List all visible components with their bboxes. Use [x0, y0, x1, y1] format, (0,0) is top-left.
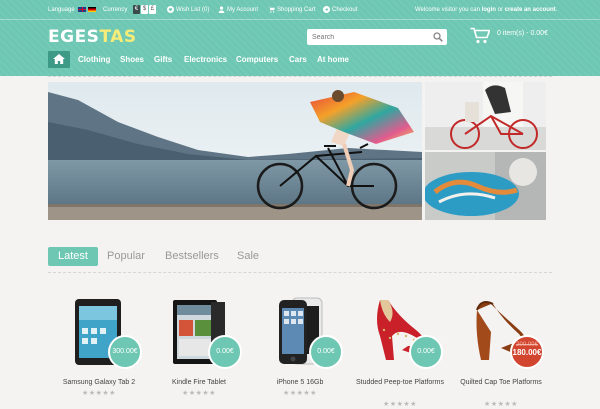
hero-banner-image — [48, 82, 422, 220]
product-name[interactable]: iPhone 5 16Gb — [250, 378, 350, 387]
hero-slider[interactable] — [48, 82, 422, 220]
product-card[interactable]: 0.00€ Kindle Fire Tablet ★★★★★ — [149, 290, 249, 409]
search-icon[interactable] — [433, 32, 443, 42]
uk-flag-icon[interactable] — [78, 6, 87, 12]
language-label: Language — [48, 7, 75, 13]
product-name[interactable]: Samsung Galaxy Tab 2 — [49, 378, 149, 387]
cart-small-icon — [268, 6, 275, 13]
product-card[interactable]: 300.00€ Samsung Galaxy Tab 2 ★★★★★ — [49, 290, 149, 409]
rating-stars: ★★★★★ — [484, 401, 518, 408]
wishlist-link[interactable]: Wish List (0) — [167, 0, 209, 20]
price: 0.00€ — [417, 348, 435, 355]
cart-icon[interactable] — [470, 27, 490, 44]
checkout-link[interactable]: Checkout — [323, 0, 357, 20]
home-icon — [53, 54, 65, 64]
home-button[interactable] — [48, 51, 70, 68]
site-header: Language Currency € $ £ Wish List (0) My A… — [0, 0, 600, 76]
nav-item-clothing[interactable]: Clothing — [78, 51, 110, 68]
banner-cap[interactable] — [425, 152, 546, 220]
tab-latest[interactable]: Latest — [48, 247, 98, 266]
nav-item-cars[interactable]: Cars — [289, 51, 307, 68]
nav-item-gifts[interactable]: Gifts — [154, 51, 172, 68]
create-account-link[interactable]: create an account — [505, 7, 556, 13]
search-box — [307, 29, 447, 45]
site-logo[interactable]: EGESTAS — [48, 27, 137, 47]
tab-bestsellers[interactable]: Bestsellers — [165, 247, 219, 266]
product-name[interactable]: Studded Peep-toe Platforms — [350, 378, 450, 387]
search-input[interactable] — [312, 31, 430, 43]
welcome-or: or — [495, 7, 505, 13]
product-name[interactable]: Quilted Cap Toe Platforms — [451, 378, 551, 387]
banner-bicycle[interactable] — [425, 82, 546, 150]
rating-stars: ★★★★★ — [82, 390, 116, 397]
heart-icon — [167, 5, 174, 13]
welcome-message: Welcome visitor you can login or create … — [415, 0, 557, 20]
rating-stars: ★★★★★ — [182, 390, 216, 397]
product-card[interactable]: 0.00€ iPhone 5 16Gb ★★★★★ — [250, 290, 350, 409]
header-divider — [48, 76, 552, 77]
checkout-label: Checkout — [332, 7, 358, 13]
rating-stars: ★★★★★ — [383, 401, 417, 408]
germany-flag-icon[interactable] — [88, 6, 97, 12]
shopping-cart-link[interactable]: Shopping Cart — [268, 0, 315, 20]
nav-item-at-home[interactable]: At home — [317, 51, 349, 68]
bicycle-banner-image — [425, 82, 546, 150]
tab-popular[interactable]: Popular — [107, 247, 145, 266]
welcome-end: . — [555, 7, 558, 13]
nav-item-electronics[interactable]: Electronics — [184, 51, 227, 68]
wishlist-label: Wish List (0) — [176, 7, 210, 13]
cap-banner-image — [425, 152, 546, 220]
price-badge: 0.00€ — [409, 335, 443, 369]
account-link[interactable]: My Account — [218, 0, 258, 20]
checkout-icon — [323, 5, 330, 13]
price: 0.00€ — [216, 348, 234, 355]
price-badge: 0.00€ — [208, 335, 242, 369]
currency-euro-button[interactable]: € — [133, 4, 141, 14]
welcome-text: Welcome visitor you can — [415, 7, 482, 13]
currency-label: Currency — [103, 7, 128, 13]
rating-stars: ★★★★★ — [283, 390, 317, 397]
logo-part-2: TAS — [99, 27, 137, 47]
price-badge: 0.00€ — [309, 335, 343, 369]
user-icon — [218, 6, 225, 13]
language-selector[interactable]: Language — [48, 0, 97, 20]
product-card[interactable]: 0.00€ Studded Peep-toe Platforms ★★★★★ — [350, 290, 450, 409]
price: 180.00€ — [512, 348, 542, 357]
account-label: My Account — [227, 7, 259, 13]
currency-selector[interactable]: Currency € $ £ — [103, 0, 157, 20]
product-card[interactable]: 200.00€ 180.00€ Quilted Cap Toe Platforms… — [451, 290, 551, 409]
nav-item-shoes[interactable]: Shoes — [120, 51, 144, 68]
shopping-cart-label: Shopping Cart — [277, 7, 316, 13]
top-bar: Language Currency € $ £ Wish List (0) My A… — [0, 0, 600, 20]
nav-item-computers[interactable]: Computers — [236, 51, 278, 68]
product-name[interactable]: Kindle Fire Tablet — [149, 378, 249, 387]
tab-sale[interactable]: Sale — [237, 247, 259, 266]
price-badge: 300.00€ — [108, 335, 142, 369]
cart-summary[interactable]: 0 item(s) - 0.00€ — [497, 30, 548, 37]
sale-price-badge: 200.00€ 180.00€ — [510, 335, 544, 369]
product-tabs: Latest Popular Bestsellers Sale — [48, 247, 552, 273]
login-link[interactable]: login — [482, 7, 496, 13]
logo-part-1: EGES — [48, 27, 100, 47]
price: 0.00€ — [317, 348, 335, 355]
price: 300.00€ — [112, 348, 138, 355]
currency-pound-button[interactable]: £ — [149, 4, 157, 14]
currency-dollar-button[interactable]: $ — [141, 4, 149, 14]
